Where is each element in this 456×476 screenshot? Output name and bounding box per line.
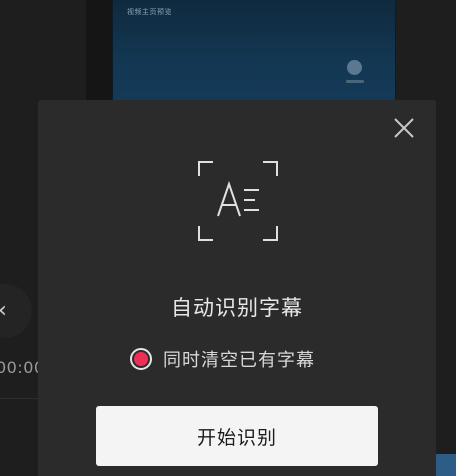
text-recognition-icon	[197, 160, 279, 242]
clear-existing-captions-option[interactable]: 同时清空已有字幕	[130, 344, 315, 374]
preview-avatar-dot	[347, 60, 362, 75]
start-recognition-button[interactable]: 开始识别	[96, 406, 378, 466]
editor-screen: 视频主页预览 ‹ 00:00/0	[0, 0, 456, 476]
timeline-divider	[0, 398, 40, 399]
radio-selected-dot	[134, 352, 148, 366]
preview-caption: 视频主页预览	[127, 8, 172, 16]
option-label: 同时清空已有字幕	[163, 350, 315, 371]
preview-avatar-label	[346, 80, 364, 83]
chevron-left-icon: ‹	[0, 300, 7, 322]
timeline-clip-thumbnail	[434, 454, 456, 476]
radio-button[interactable]	[130, 348, 152, 370]
auto-caption-dialog: 自动识别字幕 同时清空已有字幕 开始识别	[38, 100, 436, 476]
close-button[interactable]	[392, 116, 416, 140]
close-icon	[394, 118, 414, 138]
video-preview[interactable]: 视频主页预览	[112, 0, 396, 100]
dialog-title: 自动识别字幕	[171, 296, 303, 320]
